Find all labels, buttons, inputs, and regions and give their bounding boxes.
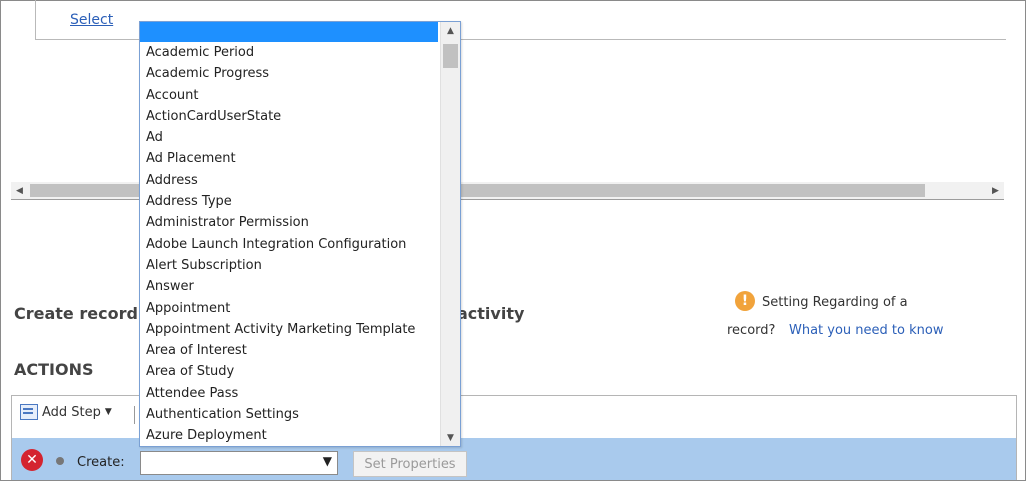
dropdown-scrollbar[interactable]: ▲ ▼ xyxy=(440,22,460,446)
dropdown-option[interactable]: Alert Subscription xyxy=(140,255,438,276)
dropdown-option[interactable]: Adobe Launch Integration Configuration xyxy=(140,234,438,255)
entity-select[interactable]: ▼ xyxy=(140,451,338,475)
dropdown-option[interactable]: Ad xyxy=(140,127,438,148)
create-record-heading: Create record a xyxy=(14,304,155,323)
dropdown-option[interactable]: Academic Progress xyxy=(140,63,438,84)
toolbar-divider xyxy=(134,406,135,424)
entity-dropdown-list[interactable]: Academic Period Academic Progress Account A… xyxy=(139,21,461,447)
dropdown-option[interactable]: Answer xyxy=(140,276,438,297)
dropdown-option[interactable]: Address Type xyxy=(140,191,438,212)
chevron-down-icon: ▼ xyxy=(104,407,112,417)
scroll-right-icon[interactable]: ▶ xyxy=(987,182,1004,199)
create-record-heading-tail: activity xyxy=(457,304,525,323)
dropdown-option[interactable]: Area of Study xyxy=(140,361,438,382)
dropdown-option[interactable]: Appointment xyxy=(140,298,438,319)
add-step-icon xyxy=(20,404,38,420)
scroll-up-icon[interactable]: ▲ xyxy=(441,22,460,39)
dropdown-option[interactable]: Account xyxy=(140,85,438,106)
info-text-line1: Setting Regarding of a xyxy=(762,295,908,310)
select-link[interactable]: Select xyxy=(70,12,113,28)
dropdown-option[interactable]: Azure Deployment xyxy=(140,425,438,446)
add-step-label: Add Step xyxy=(42,404,101,420)
dropdown-option[interactable]: Attendee Pass xyxy=(140,383,438,404)
dropdown-options: Academic Period Academic Progress Account A… xyxy=(140,42,438,446)
info-text-line2: record? xyxy=(727,323,776,338)
dropdown-option[interactable]: Administrator Permission xyxy=(140,212,438,233)
dropdown-option[interactable]: Address xyxy=(140,170,438,191)
create-label: Create: xyxy=(77,455,125,470)
dropdown-option[interactable]: Academic Period xyxy=(140,42,438,63)
delete-step-icon[interactable]: ✕ xyxy=(21,449,43,471)
dropdown-option[interactable]: Ad Placement xyxy=(140,148,438,169)
dropdown-caret-icon[interactable]: ▼ xyxy=(323,454,332,468)
scroll-down-icon[interactable]: ▼ xyxy=(441,429,460,446)
scroll-left-icon[interactable]: ◀ xyxy=(11,182,28,199)
warning-icon: ! xyxy=(735,291,755,311)
what-you-need-to-know-link[interactable]: What you need to know xyxy=(789,323,943,338)
step-bullet-icon xyxy=(56,457,64,465)
set-properties-button[interactable]: Set Properties xyxy=(353,451,467,477)
dropdown-option[interactable]: Area of Interest xyxy=(140,340,438,361)
dropdown-scroll-thumb[interactable] xyxy=(443,44,458,68)
dropdown-option[interactable]: Appointment Activity Marketing Template xyxy=(140,319,438,340)
dropdown-selected-option[interactable] xyxy=(140,22,438,42)
actions-heading: ACTIONS xyxy=(14,360,94,379)
add-step-button[interactable]: Add Step ▼ xyxy=(20,404,112,420)
dropdown-option[interactable]: ActionCardUserState xyxy=(140,106,438,127)
dropdown-option[interactable]: Authentication Settings xyxy=(140,404,438,425)
